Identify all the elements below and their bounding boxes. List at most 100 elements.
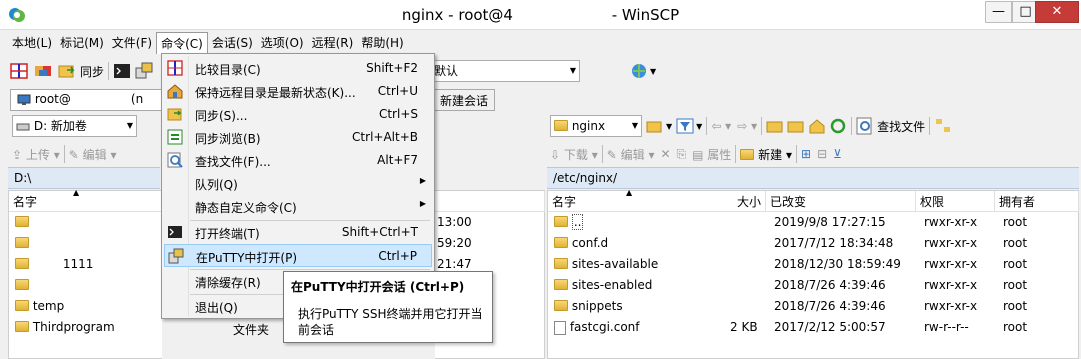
globe-icon[interactable] bbox=[630, 62, 648, 80]
remote-col-changed[interactable]: 已改变 bbox=[766, 191, 916, 212]
menu-local[interactable]: 本地(L) bbox=[8, 32, 56, 54]
expand-icon[interactable]: ⊞ bbox=[801, 147, 811, 161]
remote-folder-combo[interactable]: nginx ▼ bbox=[550, 115, 642, 137]
chevron-down-icon[interactable]: ▼ bbox=[650, 67, 656, 76]
root-dir-icon[interactable] bbox=[787, 117, 805, 135]
remote-nav-toolbar: ▼ ▼ ⇦ ▾ ⇨ ▾ 查找文件 bbox=[646, 113, 952, 139]
menu-remote[interactable]: 远程(R) bbox=[308, 32, 358, 54]
compare-icon[interactable] bbox=[10, 62, 28, 80]
home-icon[interactable] bbox=[808, 117, 826, 135]
menu-help[interactable]: 帮助(H) bbox=[357, 32, 407, 54]
menu-item-keep-uptodate[interactable]: 保持远程目录是最新状态(K)... Ctrl+U bbox=[164, 80, 432, 103]
menu-file[interactable]: 文件(F) bbox=[108, 32, 156, 54]
submenu-arrow-icon: ▶ bbox=[419, 199, 426, 208]
keep-uptodate-icon bbox=[167, 84, 183, 99]
find-icon[interactable] bbox=[856, 117, 874, 135]
main-toolbar: 同步 bbox=[10, 58, 153, 84]
open-folder-icon[interactable] bbox=[646, 117, 664, 135]
putty-icon[interactable] bbox=[135, 62, 153, 80]
menu-item-static-custom-commands[interactable]: 静态自定义命令(C) ▶ bbox=[164, 195, 432, 218]
table-row[interactable]: .. 2019/9/8 17:27:15 rwxr-xr-x root bbox=[548, 213, 1078, 234]
menu-commands[interactable]: 命令(C) bbox=[156, 32, 208, 54]
refresh-icon[interactable] bbox=[829, 117, 847, 135]
find-files-label[interactable]: 查找文件 bbox=[877, 118, 925, 135]
list-item[interactable]: 1111 bbox=[9, 255, 163, 276]
table-row[interactable]: sites-available 2018/12/30 18:59:49 rwxr… bbox=[548, 255, 1078, 276]
find-icon bbox=[167, 152, 183, 168]
local-drive-combo[interactable]: D: 新加卷 ▼ bbox=[12, 115, 137, 137]
window-title: nginx - root@4 - WinSCP bbox=[401, 6, 680, 24]
remote-col-owner[interactable]: 拥有者 bbox=[995, 191, 1079, 212]
local-edit-button[interactable]: ✎ 编辑 ▾ bbox=[69, 146, 117, 163]
parent-dir-icon[interactable] bbox=[766, 117, 784, 135]
tooltip-body: 执行PuTTY SSH终端并用它打开当前会话 bbox=[298, 307, 483, 337]
tab-new-session[interactable]: 新建会话 bbox=[433, 89, 495, 111]
tab-session[interactable]: root@ (n bbox=[10, 89, 165, 111]
remote-col-rights[interactable]: 权限 bbox=[916, 191, 995, 212]
remote-col-size[interactable]: 大小 bbox=[698, 191, 766, 212]
filter-toggle-icon[interactable]: ⊻ bbox=[833, 147, 842, 161]
terminal-icon[interactable] bbox=[113, 62, 131, 80]
folder-icon bbox=[15, 300, 29, 311]
close-button[interactable]: ✕ bbox=[1035, 1, 1079, 23]
properties-button[interactable]: ▤ 属性 bbox=[692, 146, 731, 163]
list-item[interactable]: temp bbox=[9, 297, 163, 318]
folder-icon bbox=[15, 216, 29, 227]
back-button[interactable]: ⇦ ▾ bbox=[711, 119, 731, 133]
menu-session[interactable]: 会话(S) bbox=[208, 32, 257, 54]
transfer-settings-combo[interactable]: 默认 ▼ bbox=[430, 60, 580, 82]
sync-icon[interactable] bbox=[58, 62, 76, 80]
local-col-name[interactable]: 名字 ▲ bbox=[9, 188, 163, 212]
list-item[interactable] bbox=[9, 276, 163, 297]
menu-item-queue[interactable]: 队列(Q) ▶ bbox=[164, 172, 432, 195]
delete-icon[interactable]: ✕ bbox=[660, 147, 670, 161]
folder-icon bbox=[15, 258, 29, 269]
tab-session-label: root@ bbox=[34, 92, 71, 106]
table-row[interactable]: snippets 2018/7/26 4:39:46 rwxr-xr-x roo… bbox=[548, 297, 1078, 318]
folder-icon bbox=[554, 279, 568, 290]
filter-icon[interactable] bbox=[676, 117, 694, 135]
remote-file-list: 名字 ▲ 大小 已改变 权限 拥有者 .. 2019/9/8 17:27:15 r… bbox=[547, 188, 1079, 359]
menu-item-find-files[interactable]: 查找文件(F)... Alt+F7 bbox=[164, 149, 432, 172]
new-button[interactable]: 新建 ▾ bbox=[740, 146, 792, 163]
list-item[interactable] bbox=[9, 213, 163, 234]
menu-mark[interactable]: 标记(M) bbox=[56, 32, 108, 54]
local-path-bar[interactable]: D:\ bbox=[8, 167, 160, 189]
tooltip: 在PuTTY中打开会话 (Ctrl+P) 执行PuTTY SSH终端并用它打开当… bbox=[283, 271, 493, 343]
globe-toolbar: ▼ bbox=[630, 58, 656, 84]
menu-item-open-in-putty[interactable]: 在PuTTY中打开(P) Ctrl+P bbox=[164, 244, 432, 267]
download-button[interactable]: ⇩ 下载 ▾ bbox=[550, 146, 598, 163]
sync-browse-icon bbox=[167, 129, 183, 145]
sync-button-label[interactable]: 同步 bbox=[80, 63, 104, 80]
tree-icon[interactable] bbox=[934, 117, 952, 135]
local-file-list: 名字 ▲ 1111 temp Thirdprogram bbox=[8, 188, 163, 359]
upload-button[interactable]: ⇪ 上传 ▾ bbox=[12, 146, 60, 163]
table-row[interactable]: sites-enabled 2018/7/26 4:39:46 rwxr-xr-… bbox=[548, 276, 1078, 297]
remote-edit-button[interactable]: ✎ 编辑 ▾ bbox=[607, 146, 655, 163]
minimize-button[interactable]: — bbox=[985, 1, 1012, 23]
menu-item-compare[interactable]: 比较目录(C) Shift+F2 bbox=[164, 57, 432, 80]
drive-icon bbox=[16, 123, 30, 130]
rename-icon[interactable]: ⎘ bbox=[677, 147, 687, 162]
table-row[interactable]: fastcgi.conf 2 KB 2017/2/12 5:00:57 rw-r… bbox=[548, 318, 1078, 339]
menu-options[interactable]: 选项(O) bbox=[257, 32, 308, 54]
keep-uptodate-icon[interactable] bbox=[34, 62, 52, 80]
remote-path-bar[interactable]: /etc/nginx/ bbox=[547, 167, 1079, 189]
folder-icon bbox=[15, 321, 29, 332]
file-icon bbox=[554, 320, 566, 335]
collapse-icon[interactable]: ⊟ bbox=[817, 147, 827, 161]
menu-item-sync[interactable]: 同步(S)... Ctrl+S bbox=[164, 103, 432, 126]
folder-icon bbox=[15, 279, 29, 290]
forward-button[interactable]: ⇨ ▾ bbox=[737, 119, 757, 133]
menu-item-open-terminal[interactable]: 打开终端(T) Shift+Ctrl+T bbox=[164, 221, 432, 244]
submenu-arrow-icon: ▶ bbox=[419, 176, 426, 185]
list-item[interactable] bbox=[9, 234, 163, 255]
monitor-icon bbox=[17, 94, 31, 105]
folder-icon bbox=[554, 237, 568, 248]
list-item[interactable]: Thirdprogram bbox=[9, 318, 163, 339]
menu-bar: 本地(L) 标记(M) 文件(F) 命令(C) 会话(S) 选项(O) 远程(R… bbox=[8, 32, 408, 54]
table-row[interactable]: conf.d 2017/7/12 18:34:48 rwxr-xr-x root bbox=[548, 234, 1078, 255]
menu-item-sync-browse[interactable]: 同步浏览(B) Ctrl+Alt+B bbox=[164, 126, 432, 149]
sync-icon bbox=[167, 108, 182, 121]
putty-icon bbox=[168, 248, 184, 264]
